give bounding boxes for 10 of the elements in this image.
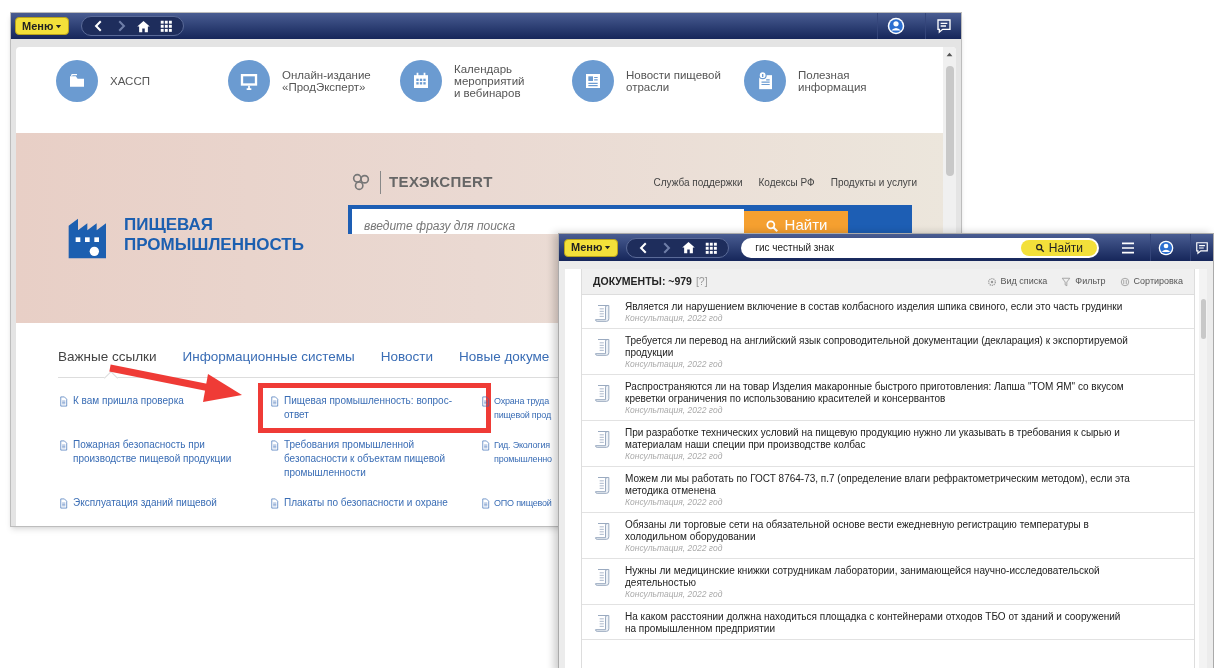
result-meta: Консультация, 2022 год	[625, 313, 724, 324]
brand-title: ПИЩЕВАЯ ПРОМЫШЛЕННОСТЬ	[124, 215, 304, 255]
vendor-logo: ТЕХЭКСПЕRТ	[380, 171, 493, 194]
result-meta: Консультация, 2022 год	[625, 405, 724, 416]
result-meta: Консультация, 2022 год	[625, 589, 724, 600]
results-count: ДОКУМЕНТЫ: ~979	[593, 273, 692, 289]
result-meta: Консультация, 2022 год	[625, 451, 724, 462]
result-meta: Консультация, 2022 год	[625, 543, 724, 554]
result-meta: Консультация, 2022 год	[625, 359, 724, 370]
result-meta: Консультация, 2022 год	[625, 497, 724, 508]
